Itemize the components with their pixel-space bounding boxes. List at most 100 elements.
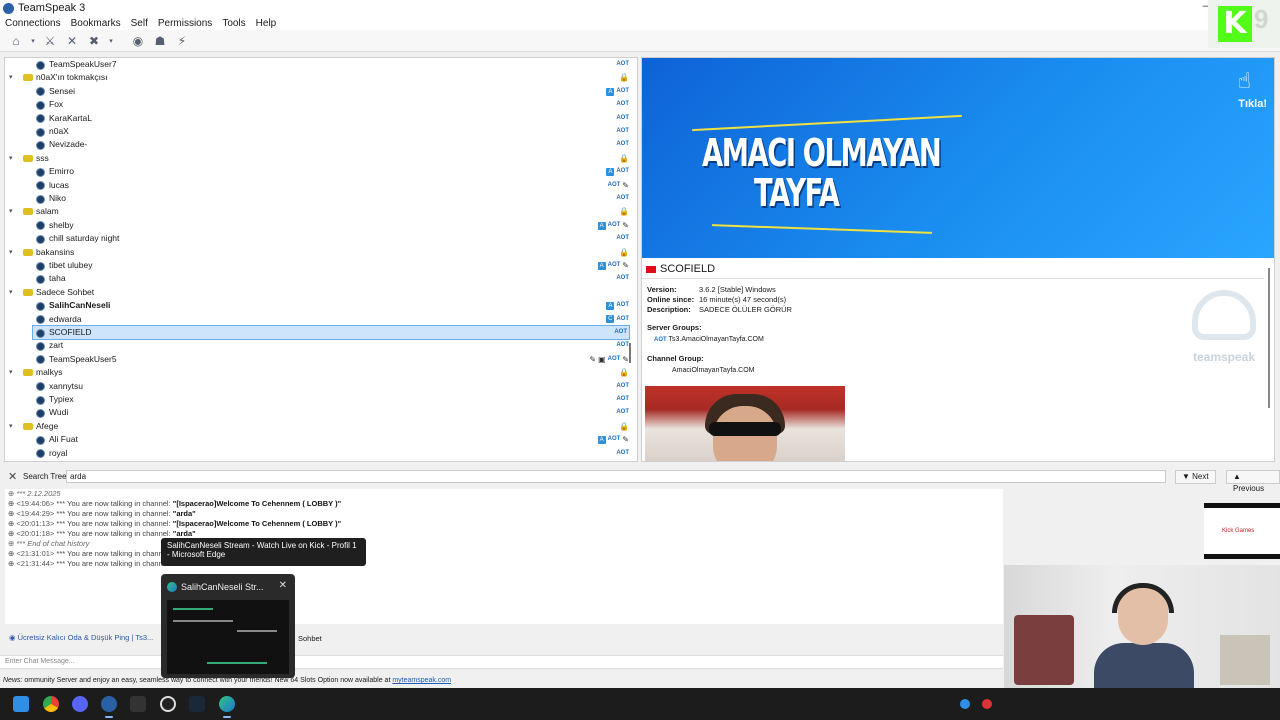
tab-channel[interactable]: Sohbet <box>298 634 322 643</box>
channel-icon <box>23 422 33 430</box>
channel-row[interactable]: ▾ bakansins 🔒 <box>5 246 631 259</box>
expand-arrow-icon[interactable]: ▾ <box>9 152 13 165</box>
channel-row[interactable]: ▾ Sadece Sohbet <box>5 286 631 299</box>
aot-icon: AOT <box>616 141 629 148</box>
client-avatar-photo <box>645 386 845 461</box>
user-row[interactable]: edwarda C AOT <box>5 313 631 326</box>
user-row[interactable]: Niko AOT <box>5 192 631 205</box>
obs-icon[interactable] <box>160 696 176 712</box>
news-link[interactable]: myteamspeak.com <box>392 677 451 684</box>
edge-taskbar-icon[interactable] <box>219 696 235 718</box>
channel-row[interactable]: ▾ sss 🔒 <box>5 152 631 165</box>
user-row[interactable]: xannytsu AOT <box>5 380 631 393</box>
taskbar-window-preview[interactable]: SalihCanNeseli Str... ✕ <box>161 574 295 678</box>
group-badge-icon: C <box>606 315 615 324</box>
expand-arrow-icon[interactable]: ▾ <box>9 246 13 259</box>
tab-server[interactable]: ◉ Ücretsiz Kalıcı Oda & Düşük Ping | Ts3… <box>9 633 153 642</box>
search-input[interactable]: arda <box>66 470 1166 483</box>
user-row[interactable]: shelby A AOT ✎ <box>5 219 631 232</box>
user-row[interactable]: SalihCanNeseli A AOT <box>5 299 631 312</box>
user-status-icon <box>36 435 45 445</box>
channel-tree[interactable]: TeamSpeakUser7 AOT ▾ n0aX'ın tokmakçısı 🔒 Sen… <box>4 57 638 462</box>
user-row[interactable]: Ali Fuat A AOT ✎ <box>5 433 631 446</box>
chat-bubble-icon[interactable]: ◉ <box>130 33 146 49</box>
previous-button[interactable]: ▲ Previous <box>1226 469 1280 493</box>
menu-self[interactable]: Self <box>131 18 148 29</box>
next-button[interactable]: ▼ Next <box>1175 469 1216 484</box>
close-search-icon[interactable]: ✕ <box>8 470 17 483</box>
expand-arrow-icon[interactable]: ▾ <box>9 71 13 84</box>
server-group-item: AOT Ts3.AmaciOlmayanTayfa.COM <box>654 336 764 343</box>
windows-start-icon[interactable] <box>13 696 29 712</box>
user-row[interactable]: Sensei A AOT <box>5 85 631 98</box>
group-badge-icon: A <box>597 261 606 270</box>
tray-icon[interactable] <box>960 699 970 709</box>
user-row[interactable]: Nevizade- AOT <box>5 138 631 151</box>
channel-link[interactable]: "arda" <box>173 529 196 538</box>
row-badges: A AOT ✎ <box>597 433 629 446</box>
expand-arrow-icon[interactable]: ▾ <box>9 205 13 218</box>
user-status-icon <box>36 60 45 70</box>
disconnect-icon[interactable]: ⚔ <box>42 33 58 49</box>
client-details: Version: 3.6.2 [Stable] Windows Online si… <box>647 285 792 315</box>
turkey-flag-icon <box>646 266 656 273</box>
expand-arrow-icon[interactable]: ▾ <box>9 366 13 379</box>
mute-microphone-icon[interactable]: ✕ <box>64 33 80 49</box>
away-status-icon[interactable]: ⚡ <box>174 33 190 49</box>
media-app-icon[interactable] <box>130 696 146 712</box>
chrome-icon[interactable] <box>43 696 59 712</box>
menu-bookmarks[interactable]: Bookmarks <box>71 18 121 29</box>
dropdown-arrow-icon[interactable]: ▾ <box>108 33 114 49</box>
user-status-icon <box>36 395 45 405</box>
talk-power-icon: ✎ <box>622 435 629 445</box>
chat-message-input[interactable]: Enter Chat Message... <box>0 655 1003 669</box>
user-row[interactable]: lucas AOT ✎ <box>5 179 631 192</box>
user-row[interactable]: Typiex AOT <box>5 393 631 406</box>
steam-icon[interactable] <box>189 696 205 712</box>
row-badges: A AOT <box>606 165 629 178</box>
channel-link[interactable]: "[Ispacerao]Welcome To Cehennem ( LOBBY … <box>173 519 341 528</box>
user-row[interactable]: royal AOT <box>5 447 631 460</box>
user-row[interactable]: Fox AOT <box>5 98 631 111</box>
discord-icon[interactable] <box>72 696 88 712</box>
menu-permissions[interactable]: Permissions <box>158 18 212 29</box>
server-banner[interactable]: AMACI OLMAYAN TAYFA ☝ Tıkla! <box>642 58 1274 258</box>
expand-arrow-icon[interactable]: ▾ <box>9 420 13 433</box>
chat-log[interactable]: ⊕ *** 2.12.2025 ⊕ <19:44:06> *** You are … <box>5 489 1003 624</box>
user-row[interactable]: taha AOT <box>5 272 631 285</box>
channel-row[interactable]: ▾ salam 🔒 <box>5 205 631 218</box>
user-row[interactable]: Wudi AOT <box>5 406 631 419</box>
teamspeak-taskbar-icon[interactable] <box>101 696 117 718</box>
channel-link[interactable]: "arda" <box>173 509 196 518</box>
dropdown-arrow-icon[interactable]: ▾ <box>30 33 36 49</box>
user-row[interactable]: TeamSpeakUser7 AOT <box>5 58 631 71</box>
tray-alert-icon[interactable] <box>982 699 992 709</box>
user-row[interactable]: n0aX AOT <box>5 125 631 138</box>
expand-arrow-icon[interactable]: ▾ <box>9 286 13 299</box>
user-row[interactable]: SCOFIELD AOT <box>32 324 630 341</box>
menu-tools[interactable]: Tools <box>222 18 245 29</box>
preview-thumbnail[interactable] <box>167 600 289 674</box>
mute-speakers-icon[interactable]: ✖ <box>86 33 102 49</box>
channel-icon <box>23 369 33 377</box>
user-status-icon <box>36 408 45 418</box>
channel-row[interactable]: ▾ malkys 🔒 <box>5 366 631 379</box>
channel-row[interactable]: ▾ n0aX'ın tokmakçısı 🔒 <box>5 71 631 84</box>
contacts-icon[interactable]: ☗ <box>152 33 168 49</box>
user-row[interactable]: Emirro A AOT <box>5 165 631 178</box>
user-row[interactable]: chill saturday night AOT <box>5 232 631 245</box>
user-row[interactable]: zart AOT <box>5 339 631 352</box>
connect-icon[interactable]: ⌂ <box>8 33 24 49</box>
user-row[interactable]: tibet ulubey A AOT ✎ <box>5 259 631 272</box>
menu-connections[interactable]: Connections <box>5 18 61 29</box>
aot-icon: AOT <box>616 195 629 201</box>
row-badges: A AOT <box>606 299 629 312</box>
channel-row[interactable]: ▾ Afege 🔒 <box>5 420 631 433</box>
user-row[interactable]: KaraKartaL AOT <box>5 112 631 125</box>
user-status-icon <box>36 100 45 110</box>
preview-close-button[interactable]: ✕ <box>279 580 287 591</box>
user-row[interactable]: TeamSpeakUser5 ✎ ▣ AOT ✎ <box>5 353 631 366</box>
menu-help[interactable]: Help <box>256 18 277 29</box>
channel-link[interactable]: "[Ispacerao]Welcome To Cehennem ( LOBBY … <box>173 499 341 508</box>
info-scrollbar[interactable] <box>1268 268 1270 408</box>
